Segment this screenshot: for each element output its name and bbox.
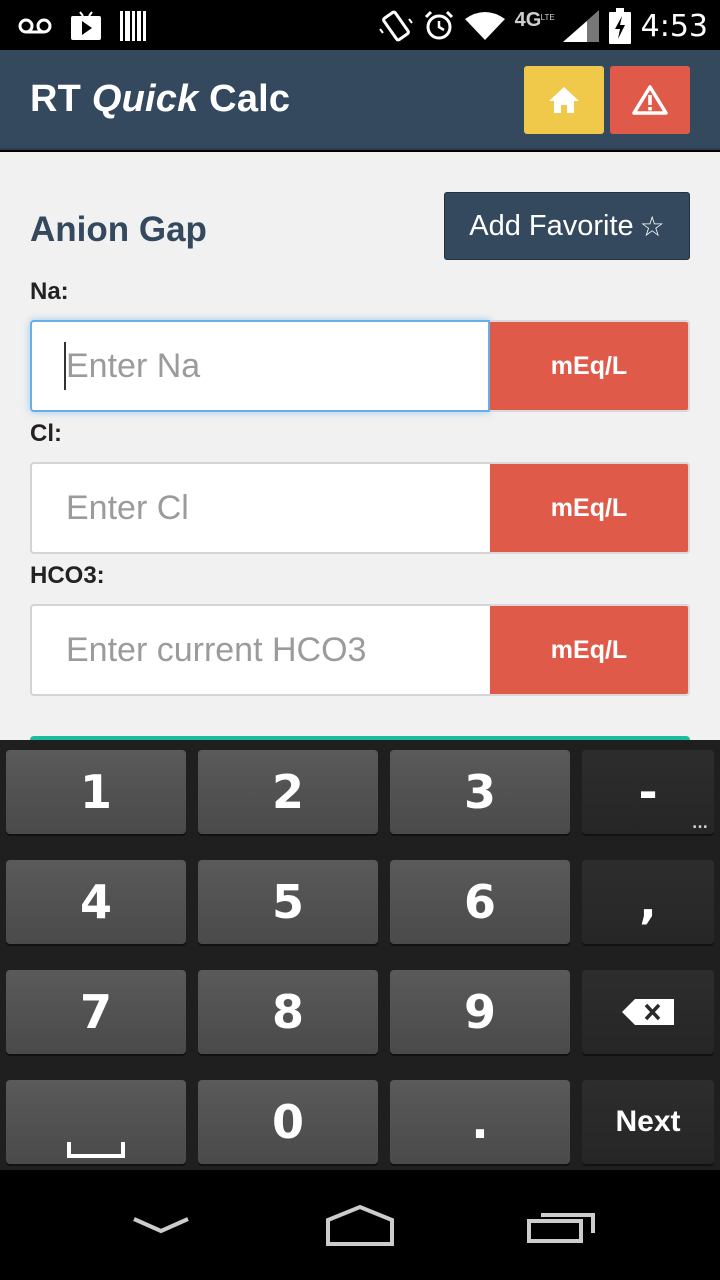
key-8[interactable]: 8 bbox=[198, 970, 378, 1054]
network-sub-label: LTE bbox=[540, 13, 555, 22]
vibrate-icon bbox=[378, 10, 413, 42]
hco3-input[interactable] bbox=[30, 604, 490, 696]
hco3-input-group: mEq/L bbox=[30, 604, 690, 696]
na-unit-button[interactable]: mEq/L bbox=[490, 320, 690, 412]
home-nav-icon bbox=[326, 1204, 394, 1246]
backspace-key[interactable] bbox=[582, 970, 714, 1054]
network-type: 4G LTE bbox=[514, 9, 555, 43]
cl-unit-button[interactable]: mEq/L bbox=[490, 462, 690, 554]
cl-input-group: mEq/L bbox=[30, 462, 690, 554]
hide-keyboard-icon bbox=[133, 1217, 189, 1234]
status-bar: 4G LTE 4:53 bbox=[0, 0, 720, 50]
cl-input[interactable] bbox=[30, 462, 490, 554]
add-favorite-button[interactable]: Add Favorite ☆ bbox=[444, 192, 690, 260]
back-button[interactable] bbox=[126, 1200, 196, 1250]
na-input[interactable] bbox=[30, 320, 490, 412]
recent-apps-button[interactable] bbox=[522, 1200, 602, 1250]
home-button[interactable] bbox=[524, 66, 604, 134]
next-key[interactable]: Next bbox=[582, 1080, 714, 1164]
key-9[interactable]: 9 bbox=[390, 970, 570, 1054]
app-title: RT Quick Calc bbox=[30, 78, 290, 121]
home-nav-button[interactable] bbox=[320, 1200, 400, 1250]
key-3[interactable]: 3 bbox=[390, 750, 570, 834]
key-period[interactable]: . bbox=[390, 1080, 570, 1164]
network-type-label: 4G bbox=[514, 9, 542, 31]
battery-icon bbox=[608, 8, 631, 44]
warning-icon bbox=[632, 85, 668, 115]
key-minus[interactable]: - ... bbox=[582, 750, 714, 834]
space-key[interactable] bbox=[6, 1080, 186, 1164]
key-4[interactable]: 4 bbox=[6, 860, 186, 944]
hco3-unit-button[interactable]: mEq/L bbox=[490, 604, 690, 696]
status-notifications bbox=[18, 10, 146, 42]
key-5[interactable]: 5 bbox=[198, 860, 378, 944]
text-caret bbox=[64, 342, 66, 390]
recent-apps-icon bbox=[527, 1213, 595, 1243]
na-label: Na: bbox=[30, 278, 69, 305]
key-0[interactable]: 0 bbox=[198, 1080, 378, 1164]
app-title-suffix: Calc bbox=[198, 78, 291, 120]
key-comma[interactable]: , bbox=[582, 860, 714, 944]
key-7[interactable]: 7 bbox=[6, 970, 186, 1054]
numeric-keyboard: 1 2 3 - ... 4 5 6 , 7 8 9 0 . Next bbox=[0, 740, 720, 1170]
space-icon bbox=[67, 1142, 125, 1158]
key-minus-label: - bbox=[638, 765, 658, 819]
key-6[interactable]: 6 bbox=[390, 860, 570, 944]
wifi-icon bbox=[464, 12, 505, 40]
home-icon bbox=[549, 87, 579, 113]
voicemail-icon bbox=[18, 18, 52, 34]
navigation-bar bbox=[0, 1170, 720, 1280]
na-input-group: mEq/L bbox=[30, 320, 690, 412]
cl-label: Cl: bbox=[30, 420, 62, 447]
signal-icon bbox=[562, 10, 599, 42]
app-title-italic: Quick bbox=[91, 78, 199, 120]
alarm-icon bbox=[424, 10, 453, 40]
hco3-label: HCO3: bbox=[30, 562, 105, 589]
calculator-title: Anion Gap bbox=[30, 210, 207, 249]
key-2[interactable]: 2 bbox=[198, 750, 378, 834]
more-symbols-hint: ... bbox=[692, 816, 708, 832]
add-favorite-label: Add Favorite bbox=[469, 209, 634, 242]
status-system: 4G LTE 4:53 bbox=[378, 6, 708, 46]
key-1[interactable]: 1 bbox=[6, 750, 186, 834]
app-header: RT Quick Calc bbox=[0, 50, 720, 150]
star-icon: ☆ bbox=[639, 209, 665, 243]
play-store-icon bbox=[71, 11, 101, 40]
app-title-prefix: RT bbox=[30, 78, 92, 120]
warning-button[interactable] bbox=[610, 66, 690, 134]
barcode-icon bbox=[120, 11, 146, 41]
backspace-icon bbox=[622, 999, 674, 1025]
clock: 4:53 bbox=[640, 8, 708, 44]
calculator-panel: Anion Gap Add Favorite ☆ Na: mEq/L Cl: m… bbox=[0, 152, 720, 742]
